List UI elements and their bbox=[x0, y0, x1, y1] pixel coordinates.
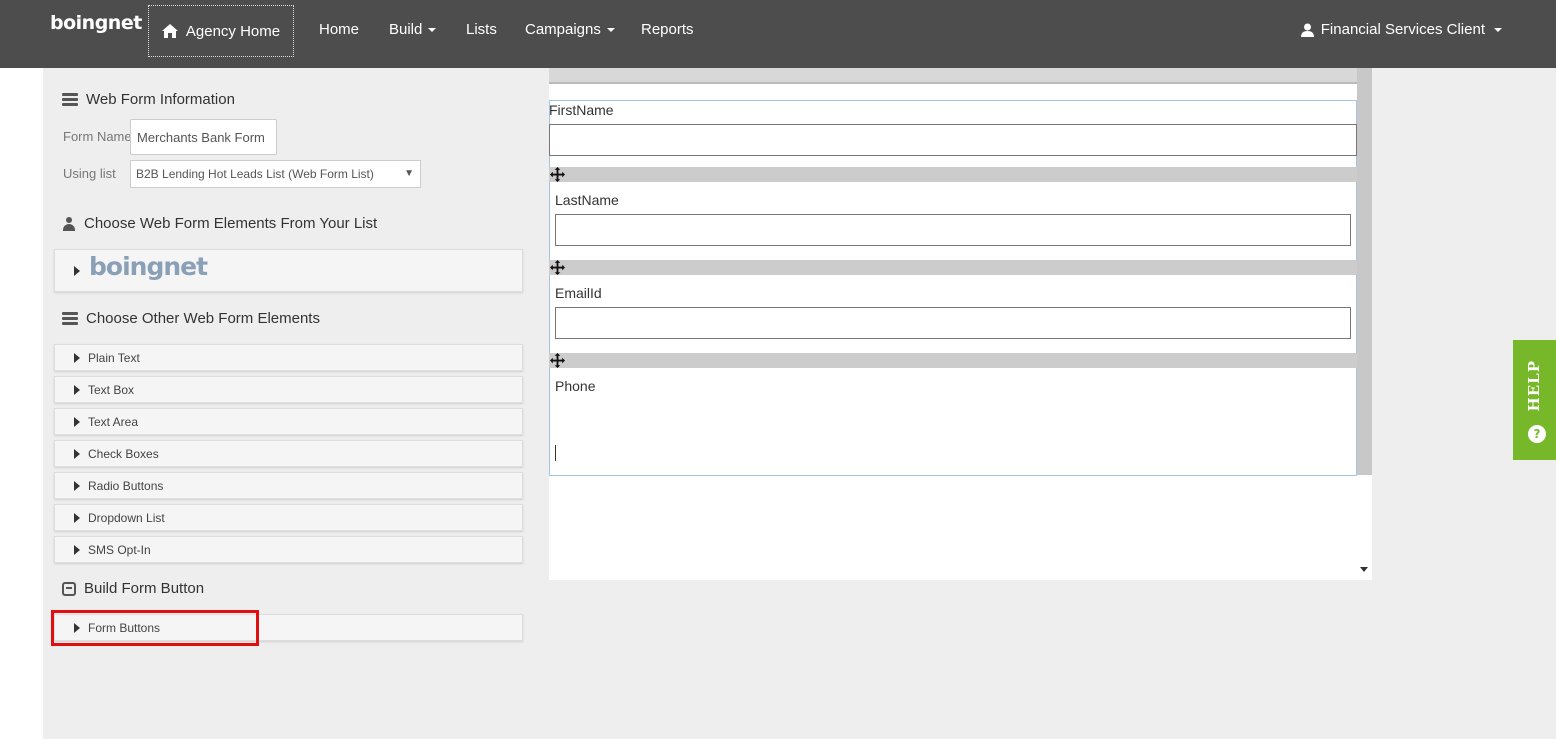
drag-handle-bar[interactable] bbox=[549, 167, 1357, 182]
expand-arrow-icon bbox=[74, 384, 80, 395]
using-list-label: Using list bbox=[63, 166, 116, 181]
form-name-label: Form Name bbox=[63, 129, 132, 144]
caret-down-icon bbox=[428, 28, 437, 33]
nav-reports[interactable]: Reports bbox=[641, 21, 694, 38]
field-label-lastname: LastName bbox=[555, 192, 619, 208]
expand-arrow-icon bbox=[74, 416, 80, 427]
user-icon bbox=[62, 216, 76, 231]
expand-arrow-icon bbox=[74, 512, 80, 523]
field-label-phone: Phone bbox=[555, 378, 596, 394]
nav-lists[interactable]: Lists bbox=[466, 21, 497, 38]
preview-header-bar bbox=[549, 68, 1357, 84]
field-label-emailid: EmailId bbox=[555, 285, 602, 301]
page-background bbox=[549, 580, 1372, 739]
nav-build[interactable]: Build bbox=[389, 21, 437, 38]
element-text-area[interactable]: Text Area bbox=[54, 408, 523, 435]
lastname-input[interactable] bbox=[555, 214, 1351, 246]
button-icon bbox=[62, 581, 76, 596]
help-label[interactable]: HELP bbox=[1525, 360, 1543, 411]
home-icon bbox=[161, 24, 178, 38]
highlight-box bbox=[51, 610, 259, 646]
expand-arrow-icon bbox=[74, 544, 80, 555]
caret-down-icon bbox=[606, 28, 615, 33]
drag-handle-bar[interactable] bbox=[549, 353, 1357, 368]
expand-arrow-icon bbox=[74, 480, 80, 491]
form-name-input[interactable] bbox=[130, 119, 277, 155]
element-sms-opt-in[interactable]: SMS Opt-In bbox=[54, 536, 523, 563]
emailid-input[interactable] bbox=[555, 307, 1351, 339]
nav-campaigns[interactable]: Campaigns bbox=[525, 21, 615, 38]
element-check-boxes[interactable]: Check Boxes bbox=[54, 440, 523, 467]
list-logo: boingnet bbox=[89, 252, 208, 281]
element-dropdown-list[interactable]: Dropdown List bbox=[54, 504, 523, 531]
scroll-down-arrow-icon[interactable] bbox=[1360, 567, 1368, 572]
element-radio-buttons[interactable]: Radio Buttons bbox=[54, 472, 523, 499]
firstname-input[interactable] bbox=[549, 124, 1357, 156]
using-list-select[interactable]: B2B Lending Hot Leads List (Web Form Lis… bbox=[130, 160, 421, 188]
preview-scrollbar[interactable] bbox=[1357, 68, 1372, 475]
question-icon[interactable]: ? bbox=[1528, 425, 1546, 443]
expand-arrow-icon bbox=[74, 265, 80, 276]
element-plain-text[interactable]: Plain Text bbox=[54, 344, 523, 371]
field-label-firstname: FirstName bbox=[549, 102, 614, 118]
choose-list-heading: Choose Web Form Elements From Your List bbox=[62, 215, 377, 232]
form-preview bbox=[549, 100, 1357, 476]
element-text-box[interactable]: Text Box bbox=[54, 376, 523, 403]
move-icon[interactable] bbox=[550, 353, 565, 368]
move-icon[interactable] bbox=[550, 167, 565, 182]
choose-other-heading: Choose Other Web Form Elements bbox=[62, 310, 320, 327]
top-navbar: boingnet Agency Home Home Build Lists Ca… bbox=[0, 0, 1556, 68]
web-form-info-heading: Web Form Information bbox=[62, 91, 235, 108]
expand-arrow-icon bbox=[74, 352, 80, 363]
boingnet-logo[interactable]: boingnet bbox=[50, 12, 142, 34]
agency-home-button[interactable]: Agency Home bbox=[148, 5, 294, 57]
list-elements-accordion[interactable]: boingnet bbox=[54, 249, 523, 292]
user-icon bbox=[1300, 23, 1314, 37]
drag-handle-bar[interactable] bbox=[549, 260, 1357, 275]
caret-down-icon bbox=[1494, 27, 1502, 32]
dropdown-arrow-icon: ▼ bbox=[404, 168, 414, 179]
nav-home[interactable]: Home bbox=[319, 21, 359, 38]
build-form-button-heading: Build Form Button bbox=[62, 580, 204, 597]
user-menu[interactable]: Financial Services Client bbox=[1300, 21, 1502, 38]
move-icon[interactable] bbox=[550, 260, 565, 275]
server-icon bbox=[62, 93, 78, 106]
expand-arrow-icon bbox=[74, 448, 80, 459]
text-cursor bbox=[555, 445, 556, 461]
server-icon bbox=[62, 312, 78, 325]
